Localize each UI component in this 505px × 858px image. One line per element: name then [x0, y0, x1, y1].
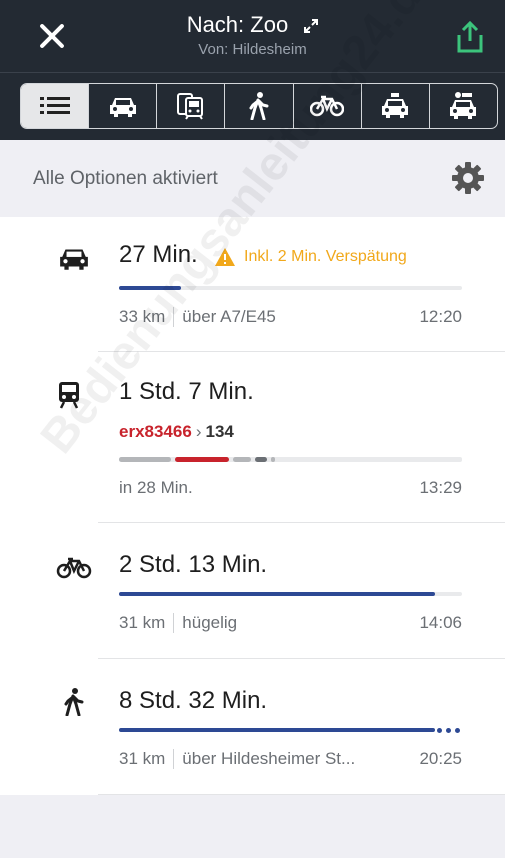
options-status: Alle Optionen aktiviert [33, 168, 218, 189]
transit-lines: erx83466 › 134 [119, 422, 234, 442]
arrival-time: 14:06 [419, 613, 462, 632]
route-progress-bar [119, 286, 462, 290]
route-terrain: hügelig [182, 613, 238, 632]
warning-icon [215, 248, 235, 266]
expand-icon[interactable] [304, 19, 319, 34]
route-duration: 8 Std. 32 Min. [119, 687, 268, 714]
segment-bus [255, 457, 267, 462]
route-duration: 27 Min. [119, 241, 198, 268]
route-progress-bar [119, 728, 462, 733]
route-progress-bar [119, 592, 462, 596]
departure-status: in 28 Min. [119, 478, 193, 497]
segment-erx [175, 457, 229, 462]
car-icon [109, 98, 136, 117]
chevron-right-icon: › [195, 422, 202, 441]
transport-mode-bar [0, 72, 505, 140]
route-meta: in 28 Min. 13:29 [119, 478, 462, 498]
mode-segmented-control [20, 83, 498, 129]
route-meta: 33 km über A7/E45 12:20 [119, 307, 462, 327]
destination-title: Nach: Zoo [186, 12, 289, 37]
route-via: über A7/E45 [182, 307, 276, 326]
taxi-icon [382, 93, 409, 118]
train-icon [59, 382, 79, 409]
route-title[interactable]: Nach: Zoo Von: Hildesheim [120, 12, 385, 60]
segment-walk [119, 457, 171, 462]
arrival-time: 13:29 [419, 478, 462, 497]
route-meta: 31 km über Hildesheimer St... 20:25 [119, 749, 462, 769]
mode-tab-walk[interactable] [224, 84, 292, 128]
overflow-dot [446, 728, 451, 733]
route-row-bike[interactable]: 2 Std. 13 Min. 31 km hügelig 14:06 [0, 523, 505, 659]
top-bar: Nach: Zoo Von: Hildesheim [0, 0, 505, 72]
route-progress-fill [119, 728, 435, 732]
overflow-dot [437, 728, 442, 733]
rideshare-icon [450, 92, 477, 119]
route-distance: 33 km [119, 307, 166, 326]
mode-tab-transit[interactable] [156, 84, 224, 128]
close-icon[interactable] [36, 20, 68, 52]
car-icon [60, 249, 88, 270]
route-distance: 31 km [119, 613, 166, 632]
meta-divider [173, 613, 175, 633]
arrival-time: 20:25 [419, 749, 462, 768]
route-list: 27 Min. Inkl. 2 Min. Verspätung 33 km üb… [0, 217, 505, 795]
transit-segment-bar [119, 457, 462, 462]
route-progress-fill [119, 286, 181, 290]
row-divider [98, 794, 505, 795]
mode-tab-car[interactable] [88, 84, 156, 128]
delay-text: Inkl. 2 Min. Verspätung [244, 248, 407, 265]
arrival-time: 12:20 [419, 307, 462, 326]
walk-icon [64, 688, 84, 716]
list-icon [39, 97, 70, 114]
line-secondary: 134 [205, 422, 234, 441]
transit-icon [176, 93, 203, 120]
line-primary: erx83466 [119, 422, 192, 441]
route-via: über Hildesheimer St... [182, 749, 356, 768]
gear-icon[interactable] [450, 160, 486, 196]
route-distance: 31 km [119, 749, 166, 768]
share-icon[interactable] [455, 20, 485, 54]
delay-warning: Inkl. 2 Min. Verspätung [214, 247, 407, 267]
walk-icon [249, 92, 269, 120]
route-progress-fill [119, 592, 435, 596]
mode-tab-rideshare[interactable] [428, 84, 497, 128]
route-row-car[interactable]: 27 Min. Inkl. 2 Min. Verspätung 33 km üb… [0, 217, 505, 352]
bike-icon [310, 95, 345, 117]
mode-tab-bike[interactable] [292, 84, 361, 128]
route-row-transit[interactable]: 1 Std. 7 Min. erx83466 › 134 in 28 Min. 13… [0, 352, 505, 523]
options-bar[interactable]: Alle Optionen aktiviert [0, 140, 505, 217]
mode-tab-taxi[interactable] [360, 84, 429, 128]
bike-icon [56, 557, 92, 579]
route-duration: 2 Std. 13 Min. [119, 551, 268, 578]
route-meta: 31 km hügelig 14:06 [119, 613, 462, 633]
meta-divider [173, 749, 175, 769]
origin-subtitle: Von: Hildesheim [198, 41, 307, 58]
overflow-dot [455, 728, 460, 733]
meta-divider [173, 307, 175, 327]
route-duration: 1 Std. 7 Min. [119, 378, 254, 405]
segment-walk-end [271, 457, 275, 462]
segment-transfer [233, 457, 251, 462]
mode-tab-list[interactable] [21, 84, 89, 128]
route-row-walk[interactable]: 8 Std. 32 Min. 31 km über Hildesheimer S… [0, 659, 505, 795]
